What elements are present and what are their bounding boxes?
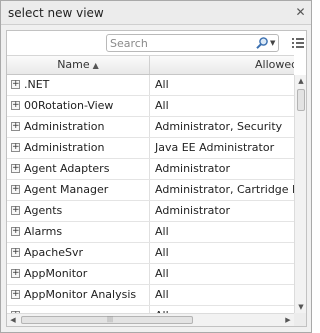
name-cell: + Agents bbox=[7, 201, 150, 221]
allowed-cell: All bbox=[155, 267, 169, 280]
view-name: Administration bbox=[24, 141, 105, 154]
view-name: Agents bbox=[24, 204, 63, 217]
expand-icon[interactable]: + bbox=[11, 80, 20, 89]
allowed-cell: Administrator, Security bbox=[155, 120, 283, 133]
dialog-titlebar: select new view ✕ bbox=[1, 1, 311, 25]
table-row[interactable]: + Administration Administrator, Security bbox=[7, 117, 294, 138]
table-row[interactable]: + AppMonitor Analysis All bbox=[7, 285, 294, 306]
search-options-chevron-icon[interactable]: ▼ bbox=[270, 37, 278, 49]
panel-toolbar: ▼ bbox=[7, 31, 306, 55]
allowed-cell: Administrator bbox=[155, 204, 230, 217]
name-cell: + .NET bbox=[7, 75, 150, 95]
table-row[interactable]: +00Rotation-View All bbox=[7, 96, 294, 117]
scroll-up-icon[interactable]: ▲ bbox=[295, 75, 307, 87]
scroll-grip: ||| bbox=[107, 316, 114, 323]
name-cell: + AppMonitor Analysis bbox=[7, 285, 150, 305]
allowed-cell: All bbox=[155, 288, 169, 301]
sort-ascending-icon: ▲ bbox=[92, 61, 99, 70]
allowed-cell: All bbox=[155, 246, 169, 259]
column-header-name[interactable]: Name ▲ bbox=[7, 56, 150, 74]
search-icon[interactable] bbox=[255, 36, 269, 50]
column-header-allowed-label: Allowed bbox=[255, 58, 294, 71]
dialog-title: select new view bbox=[8, 6, 104, 20]
view-name: .NET bbox=[24, 78, 50, 91]
allowed-cell: All bbox=[155, 78, 169, 91]
allowed-cell: Administrator, Cartridge Dev bbox=[155, 183, 294, 196]
view-name: AppMonitor Analysis bbox=[24, 288, 137, 301]
select-view-dialog: select new view ✕ ▼ bbox=[0, 0, 312, 333]
allowed-cell: All bbox=[155, 99, 169, 112]
column-chooser-icon[interactable] bbox=[292, 37, 304, 49]
name-cell: + ApacheSvr bbox=[7, 243, 150, 263]
table-header: Name ▲ Allowed bbox=[7, 55, 294, 75]
vertical-scroll-thumb[interactable] bbox=[297, 89, 305, 111]
name-cell: + Administration bbox=[7, 138, 150, 158]
expand-icon[interactable]: + bbox=[11, 248, 20, 257]
view-name: Administration bbox=[24, 120, 105, 133]
name-cell: + Administration bbox=[7, 117, 150, 137]
allowed-cell: Java EE Administrator bbox=[155, 141, 275, 154]
view-name: ApacheSvr bbox=[24, 246, 84, 259]
column-header-name-label: Name bbox=[57, 58, 90, 71]
scroll-down-icon[interactable]: ▼ bbox=[295, 301, 307, 313]
name-cell: + bbox=[7, 306, 150, 313]
allowed-cell: All bbox=[155, 225, 169, 238]
horizontal-scrollbar[interactable]: ◀ ||| ▶ bbox=[7, 313, 294, 326]
expand-icon[interactable]: + bbox=[11, 206, 20, 215]
horizontal-scroll-thumb[interactable]: ||| bbox=[21, 316, 193, 324]
table-row[interactable]: + .NET All bbox=[7, 75, 294, 96]
search-input[interactable] bbox=[110, 36, 250, 50]
name-cell: + Agent Adapters bbox=[7, 159, 150, 179]
table-row[interactable]: +All bbox=[7, 306, 294, 313]
expand-icon[interactable]: + bbox=[11, 122, 20, 131]
expand-icon[interactable]: + bbox=[11, 164, 20, 173]
view-name: AppMonitor bbox=[24, 267, 88, 280]
table-row[interactable]: + Administration Java EE Administrator bbox=[7, 138, 294, 159]
expand-icon[interactable]: + bbox=[11, 269, 20, 278]
view-name: Agent Adapters bbox=[24, 162, 110, 175]
close-icon[interactable]: ✕ bbox=[293, 5, 308, 20]
table-body: + .NET All +00Rotation-View All + Administrati… bbox=[7, 75, 294, 313]
scroll-left-icon[interactable]: ◀ bbox=[7, 314, 19, 326]
view-name: 00Rotation-View bbox=[24, 99, 114, 112]
expand-icon[interactable]: + bbox=[11, 290, 20, 299]
vertical-scrollbar[interactable]: ▲ ▼ bbox=[294, 75, 306, 313]
table-row[interactable]: + Alarms All bbox=[7, 222, 294, 243]
expand-icon[interactable]: + bbox=[11, 101, 20, 110]
expand-icon[interactable]: + bbox=[11, 185, 20, 194]
expand-icon[interactable]: + bbox=[11, 227, 20, 236]
search-box: ▼ bbox=[106, 34, 279, 52]
name-cell: + Agent Manager bbox=[7, 180, 150, 200]
name-cell: + Alarms bbox=[7, 222, 150, 242]
column-header-allowed[interactable]: Allowed bbox=[151, 56, 294, 74]
table-row[interactable]: + ApacheSvr All bbox=[7, 243, 294, 264]
name-cell: +00Rotation-View bbox=[7, 96, 150, 116]
table-row[interactable]: + Agent Adapters Administrator bbox=[7, 159, 294, 180]
name-cell: + AppMonitor bbox=[7, 264, 150, 284]
view-name: Alarms bbox=[24, 225, 63, 238]
table-row[interactable]: + Agent Manager Administrator, Cartridge D… bbox=[7, 180, 294, 201]
allowed-cell: All bbox=[151, 306, 294, 313]
view-list-panel: ▼ Name▲ Allowed +.NETAll+00Rotation-View… bbox=[6, 30, 307, 327]
scroll-right-icon[interactable]: ▶ bbox=[282, 314, 294, 326]
table-row[interactable]: + Agents Administrator bbox=[7, 201, 294, 222]
view-name: Agent Manager bbox=[24, 183, 109, 196]
scrollbar-corner bbox=[294, 313, 306, 326]
table-row[interactable]: + AppMonitor All bbox=[7, 264, 294, 285]
expand-icon[interactable]: + bbox=[11, 143, 20, 152]
allowed-cell: Administrator bbox=[155, 162, 230, 175]
